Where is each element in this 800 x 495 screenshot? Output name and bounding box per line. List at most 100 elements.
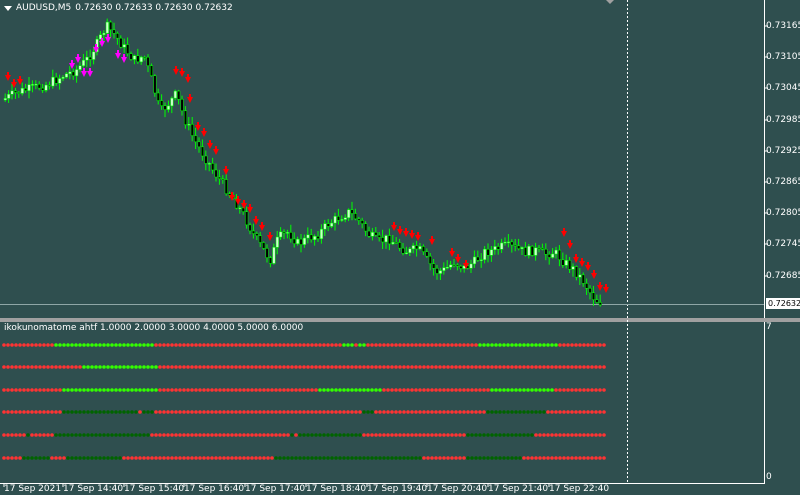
candle-body bbox=[27, 84, 31, 91]
candle-body bbox=[428, 255, 432, 264]
indicator-dot bbox=[562, 365, 566, 369]
signal-arrow bbox=[201, 128, 207, 137]
indicator-dot bbox=[334, 410, 338, 414]
triangle-down-icon[interactable] bbox=[4, 5, 12, 11]
indicator-dot bbox=[370, 388, 374, 392]
indicator-dot bbox=[378, 365, 382, 369]
indicator-dot bbox=[190, 365, 194, 369]
signal-arrow bbox=[121, 54, 127, 63]
indicator-dot bbox=[70, 343, 74, 347]
indicator-dot bbox=[70, 388, 74, 392]
indicator-dot bbox=[66, 365, 70, 369]
indicator-dot bbox=[542, 365, 546, 369]
indicator-dot bbox=[18, 388, 22, 392]
indicator-dot bbox=[478, 343, 482, 347]
indicator-dot bbox=[94, 388, 98, 392]
indicator-dot bbox=[482, 410, 486, 414]
indicator-dot bbox=[282, 456, 286, 460]
indicator-dot bbox=[10, 365, 14, 369]
scroll-shift-marker-icon[interactable] bbox=[606, 0, 614, 4]
indicator-dot bbox=[482, 433, 486, 437]
indicator-dot bbox=[530, 456, 534, 460]
chart-canvas[interactable] bbox=[0, 0, 800, 495]
indicator-dot bbox=[374, 365, 378, 369]
indicator-dot bbox=[314, 343, 318, 347]
indicator-dot bbox=[462, 433, 466, 437]
indicator-dot bbox=[350, 433, 354, 437]
indicator-dot bbox=[442, 343, 446, 347]
indicator-dot bbox=[430, 388, 434, 392]
indicator-dot bbox=[354, 456, 358, 460]
indicator-dot bbox=[354, 388, 358, 392]
indicator-dot bbox=[342, 410, 346, 414]
indicator-dot bbox=[254, 433, 258, 437]
indicator-dot bbox=[22, 343, 26, 347]
candle-body bbox=[401, 247, 405, 254]
candle-body bbox=[194, 135, 198, 143]
indicator-dot bbox=[46, 365, 50, 369]
indicator-dot bbox=[398, 343, 402, 347]
time-tick-label: 17 Sep 18:40 bbox=[306, 484, 367, 494]
indicator-dot bbox=[474, 410, 478, 414]
candle-body bbox=[265, 248, 269, 258]
indicator-dot bbox=[474, 456, 478, 460]
signal-arrow bbox=[409, 230, 415, 239]
candle-body bbox=[432, 263, 436, 269]
indicator-dot bbox=[450, 365, 454, 369]
indicator-dot bbox=[490, 433, 494, 437]
symbol-header[interactable]: AUDUSD,M5 0.72630 0.72633 0.72630 0.7263… bbox=[4, 3, 233, 13]
candle-body bbox=[289, 232, 293, 240]
indicator-dot bbox=[202, 343, 206, 347]
candle-body bbox=[479, 259, 483, 261]
indicator-dot bbox=[342, 365, 346, 369]
indicator-dot bbox=[270, 388, 274, 392]
indicator-dot bbox=[142, 456, 146, 460]
indicator-dot bbox=[230, 410, 234, 414]
indicator-dot bbox=[554, 343, 558, 347]
indicator-dot bbox=[294, 365, 298, 369]
indicator-dot bbox=[262, 365, 266, 369]
indicator-dot bbox=[2, 410, 6, 414]
indicator-dot bbox=[462, 456, 466, 460]
indicator-dot bbox=[230, 343, 234, 347]
indicator-dot bbox=[562, 343, 566, 347]
indicator-dot bbox=[434, 456, 438, 460]
indicator-dot bbox=[238, 365, 242, 369]
candle-body bbox=[197, 141, 201, 148]
indicator-dot bbox=[566, 388, 570, 392]
indicator-dot bbox=[558, 433, 562, 437]
candle-body bbox=[469, 263, 473, 269]
indicator-dot bbox=[542, 410, 546, 414]
indicator-dot bbox=[194, 433, 198, 437]
candle-body bbox=[279, 231, 283, 238]
indicator-dot bbox=[14, 410, 18, 414]
candle-body bbox=[438, 270, 443, 274]
indicator-dot bbox=[2, 456, 6, 460]
indicator-dot bbox=[202, 388, 206, 392]
indicator-dot bbox=[78, 410, 82, 414]
indicator-dot bbox=[66, 456, 70, 460]
indicator-dot bbox=[546, 388, 550, 392]
indicator-dot bbox=[486, 433, 490, 437]
indicator-dot bbox=[182, 388, 186, 392]
indicator-dot bbox=[134, 388, 138, 392]
indicator-dot bbox=[86, 365, 90, 369]
indicator-dot bbox=[262, 456, 266, 460]
indicator-dot bbox=[110, 343, 114, 347]
indicator-dot bbox=[522, 433, 526, 437]
indicator-dot bbox=[174, 343, 178, 347]
indicator-dot bbox=[70, 433, 74, 437]
indicator-dot bbox=[106, 456, 110, 460]
indicator-dot bbox=[574, 388, 578, 392]
indicator-dot bbox=[554, 433, 558, 437]
time-tick-label: 17 Sep 21:40 bbox=[488, 484, 549, 494]
indicator-dot bbox=[550, 343, 554, 347]
candle-body bbox=[551, 253, 555, 258]
indicator-dot bbox=[138, 433, 142, 437]
indicator-dot bbox=[14, 433, 18, 437]
indicator-dot bbox=[526, 343, 530, 347]
indicator-dot bbox=[402, 433, 406, 437]
indicator-dot bbox=[446, 433, 450, 437]
indicator-dot bbox=[230, 456, 234, 460]
indicator-dot bbox=[50, 388, 54, 392]
